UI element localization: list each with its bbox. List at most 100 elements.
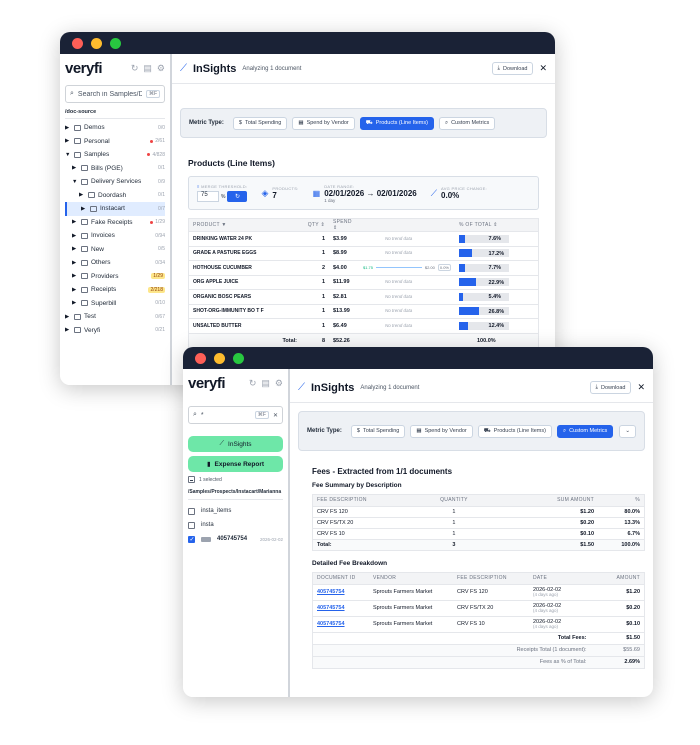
col-qty[interactable]: QTY ⇕ (301, 219, 329, 232)
sidebar-item-label: Delivery Services (91, 178, 142, 186)
spend-by-vendor-button[interactable]: ▦ Spend by Vendor (292, 116, 355, 130)
table-row[interactable]: HOTHOUSE CUCUMBER 2 $4.00 $1.75 $2.00 0.0% 7.… (189, 260, 538, 275)
file-item[interactable]: 405745754 2026-02-02 (188, 532, 283, 546)
minimize-window-dot[interactable] (214, 352, 225, 364)
chevron-right-icon[interactable]: ▶ (72, 246, 78, 252)
col-pct[interactable]: % OF TOTAL ⇕ (455, 219, 538, 232)
chevron-right-icon[interactable]: ▶ (81, 206, 87, 212)
document-id-link[interactable]: 405745754 (317, 621, 345, 627)
clear-search-icon[interactable]: ✕ (273, 412, 278, 419)
chevron-right-icon[interactable]: ▶ (72, 273, 78, 279)
chevron-right-icon[interactable]: ▶ (72, 300, 78, 306)
file-checkbox[interactable] (188, 535, 195, 543)
products-count: 7 (272, 191, 277, 200)
custom-metric-dropdown[interactable]: ⌄ (619, 424, 636, 438)
table-row[interactable]: SHOT-ORG-IMMUNITY BO T F 1 $13.99 No trend … (189, 303, 538, 319)
custom-metrics-button[interactable]: ⌕ Custom Metrics (556, 424, 614, 438)
chevron-right-icon[interactable]: ▶ (72, 233, 78, 239)
product-name: GRADE A PASTURE EGGS (189, 245, 301, 261)
chevron-right-icon[interactable]: ▶ (79, 192, 85, 198)
table-row[interactable]: ORG APPLE JUICE 1 $11.99 No trend data 22.9… (189, 274, 538, 290)
total-fees-row: Total Fees: $1.50 (313, 631, 644, 644)
sidebar-item-doordash[interactable]: ▶ Doordash 0/1 (65, 189, 165, 203)
sidebar-item-delivery-services[interactable]: ▼ Delivery Services 0/9 (65, 175, 165, 189)
sidebar-item-samples[interactable]: ▼ Samples 4/828 (65, 148, 165, 162)
file-checkbox[interactable] (188, 507, 195, 515)
select-all-checkbox[interactable] (188, 476, 195, 483)
sidebar-item-superbill[interactable]: ▶ Superbill 0/10 (65, 297, 165, 311)
chevron-right-icon[interactable]: ▶ (72, 219, 78, 225)
close-button[interactable]: ✕ (539, 63, 547, 74)
chart-icon: ⟋ (219, 440, 225, 447)
folder-icon (74, 124, 81, 131)
chevron-right-icon[interactable]: ▶ (65, 327, 71, 333)
main-panel: ⟋ InSights Analyzing 1 document ⤓ Downloa… (172, 54, 555, 385)
download-button[interactable]: ⤓ Download (589, 381, 632, 394)
sidebar-item-test[interactable]: ▶ Test 0/67 (65, 310, 165, 324)
merge-threshold-input[interactable]: 75 (197, 191, 219, 202)
sidebar: veryfi ↻ ▤ ⚙ ⌕ * ⌘F ✕ ⟋ InSights ▮ Expense… (183, 369, 290, 697)
chevron-right-icon[interactable]: ▶ (72, 287, 78, 293)
folder-icon (74, 313, 81, 320)
table-row[interactable]: GRADE A PASTURE EGGS 1 $8.99 No trend data … (189, 245, 538, 261)
sidebar-item-instacart[interactable]: ▶ Instacart 0/7 (65, 202, 165, 216)
table-row[interactable]: UNSALTED BUTTER 1 $6.49 No trend data 12.4% (189, 318, 538, 333)
refresh-icon[interactable]: ↻ (249, 378, 257, 389)
col-product[interactable]: PRODUCT ▼ (189, 219, 301, 232)
chevron-right-icon[interactable]: ▶ (65, 314, 71, 320)
panel-icon[interactable]: ▤ (143, 63, 152, 74)
total-spending-button[interactable]: $ Total Spending (350, 424, 406, 438)
chevron-right-icon[interactable]: ▶ (72, 260, 78, 266)
chevron-right-icon[interactable]: ▶ (65, 125, 71, 131)
pct-bar-fill (459, 278, 477, 287)
expense-report-button[interactable]: ▮ Expense Report (188, 456, 283, 472)
products-line-items-button[interactable]: ⛟ Products (Line Items) (359, 116, 434, 130)
sidebar-item-new[interactable]: ▶ New 0/5 (65, 243, 165, 257)
maximize-window-dot[interactable] (233, 352, 244, 364)
document-id-link[interactable]: 405745754 (317, 605, 345, 611)
chart-icon: ⟋ (298, 382, 305, 393)
search-icon: ⌕ (70, 90, 74, 97)
total-spending-button[interactable]: $ Total Spending (232, 116, 288, 130)
sidebar-item-fake-receipts[interactable]: ▶ Fake Receipts 1/29 (65, 216, 165, 230)
close-button[interactable]: ✕ (637, 382, 645, 393)
insights-button[interactable]: ⟋ InSights (188, 436, 283, 452)
search-input[interactable]: ⌕ * ⌘F ✕ (188, 406, 283, 424)
panel-icon[interactable]: ▤ (261, 378, 270, 389)
chevron-down-icon[interactable]: ▼ (72, 179, 78, 185)
sidebar-item-providers[interactable]: ▶ Providers 1/29 (65, 270, 165, 284)
store-icon: ▦ (298, 120, 304, 126)
item-count: 1/29 (151, 273, 165, 280)
close-window-dot[interactable] (72, 37, 83, 49)
minimize-window-dot[interactable] (91, 37, 102, 49)
sidebar-item-personal[interactable]: ▶ Personal 2/61 (65, 135, 165, 149)
refresh-icon[interactable]: ↻ (131, 63, 139, 74)
file-checkbox[interactable] (188, 521, 195, 529)
chevron-right-icon[interactable]: ▶ (72, 165, 78, 171)
sidebar-item-veryfi[interactable]: ▶ Veryfi 0/21 (65, 324, 165, 338)
custom-metrics-button[interactable]: ⌕ Custom Metrics (438, 116, 496, 130)
file-item[interactable]: insta (188, 518, 283, 532)
sidebar-item-bills-pge-[interactable]: ▶ Bills (PGE) 0/1 (65, 162, 165, 176)
chevron-right-icon[interactable]: ▶ (65, 138, 71, 144)
table-row[interactable]: DRINKING WATER 24 PK 1 $3.99 No trend data … (189, 231, 538, 246)
spend-by-vendor-button[interactable]: ▦ Spend by Vendor (410, 424, 473, 438)
download-button[interactable]: ⤓ Download (491, 62, 534, 75)
gear-icon[interactable]: ⚙ (275, 378, 283, 389)
col-spend[interactable]: SPEND ⇕ (329, 219, 359, 232)
sidebar-item-others[interactable]: ▶ Others 0/34 (65, 256, 165, 270)
products-line-items-button[interactable]: ⛟ Products (Line Items) (477, 424, 552, 438)
pct-bar-fill (459, 321, 469, 330)
table-row[interactable]: ORGANIC BOSC PEARS 1 $2.81 No trend data 5.… (189, 289, 538, 304)
search-input[interactable]: ⌕ Search in Samples/Delive ⌘F (65, 85, 165, 103)
close-window-dot[interactable] (195, 352, 206, 364)
maximize-window-dot[interactable] (110, 37, 121, 49)
apply-refresh-button[interactable]: ↻ (227, 191, 248, 202)
sidebar-item-demos[interactable]: ▶ Demos 0/0 (65, 121, 165, 135)
document-id-link[interactable]: 405745754 (317, 589, 345, 595)
chevron-down-icon[interactable]: ▼ (65, 152, 71, 158)
file-item[interactable]: insta_items (188, 504, 283, 518)
sidebar-item-receipts[interactable]: ▶ Receipts 2/218 (65, 283, 165, 297)
gear-icon[interactable]: ⚙ (157, 63, 165, 74)
sidebar-item-invoices[interactable]: ▶ Invoices 0/94 (65, 229, 165, 243)
